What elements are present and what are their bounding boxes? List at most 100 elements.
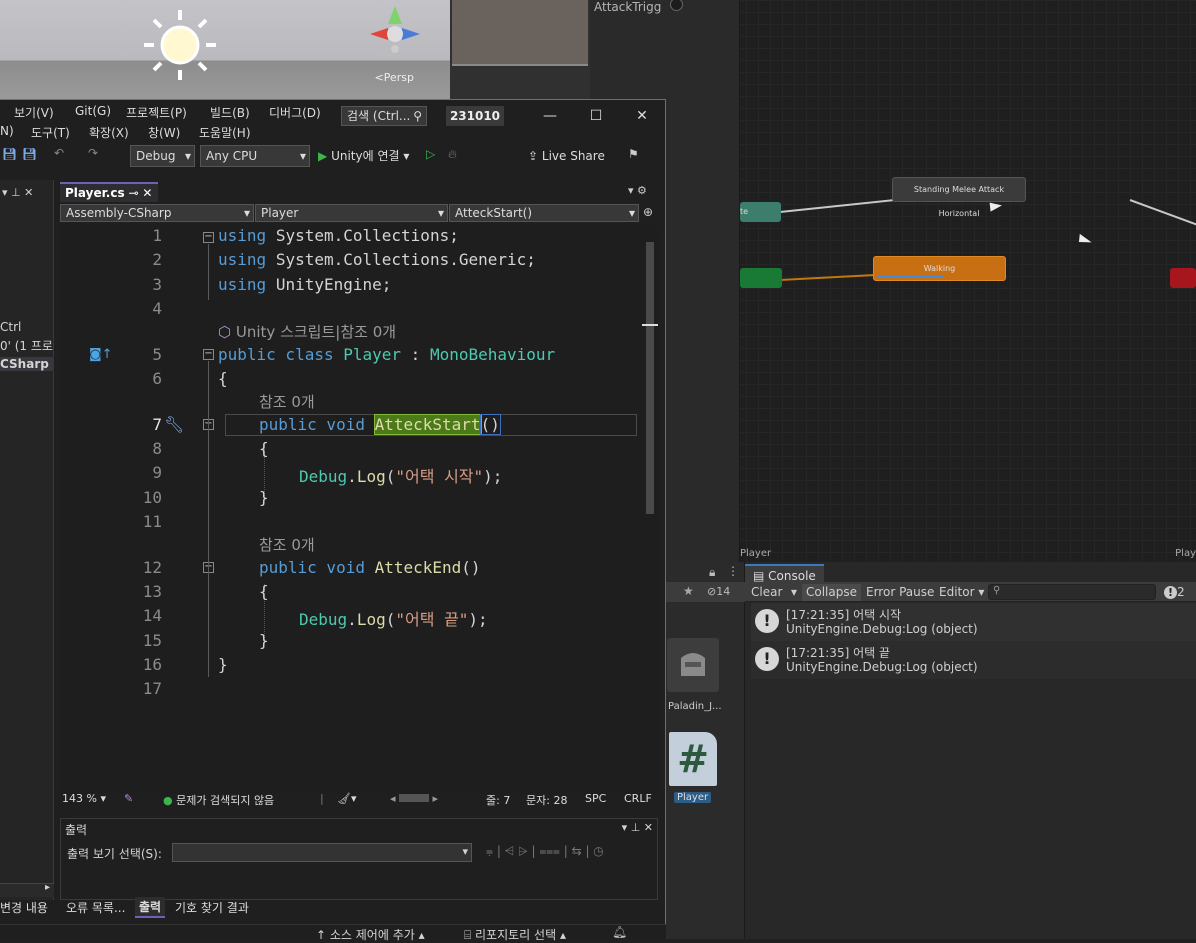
- persp-label[interactable]: <Persp: [375, 71, 414, 84]
- walking-node[interactable]: Walking: [873, 256, 1006, 281]
- save-icon[interactable]: 💾︎: [2, 147, 17, 161]
- menu-project[interactable]: 프로젝트(P): [126, 104, 187, 121]
- codelens-ref-2[interactable]: 참조 0개: [259, 534, 315, 555]
- clear-button[interactable]: Clear: [747, 584, 786, 601]
- feedback-icon[interactable]: ⚑: [628, 147, 639, 161]
- close-tab-icon[interactable]: ✕: [142, 186, 152, 200]
- panel-controls[interactable]: ▾ ⊥ ✕: [2, 186, 33, 199]
- add-source-control[interactable]: ↑ 소스 제어에 추가 ▴: [316, 926, 425, 943]
- line-number: 16: [142, 655, 162, 674]
- attack-trigger-param[interactable]: AttackTrigg: [594, 0, 661, 14]
- error-pause-button[interactable]: Error Pause: [862, 584, 938, 601]
- scene-view[interactable]: <Persp: [0, 0, 450, 100]
- menu-git[interactable]: Git(G): [75, 104, 111, 118]
- melee-attack-node[interactable]: Standing Melee Attack Horizontal: [892, 177, 1026, 218]
- redo-icon[interactable]: ↷: [88, 146, 98, 160]
- output-toolbar-icons[interactable]: ⩦ | ⩤ ⩥ | ⩶ | ⇆ | ◷: [486, 844, 604, 859]
- zoom-level[interactable]: 143 % ▾: [62, 792, 106, 805]
- class-nav-dropdown[interactable]: Player ▾: [255, 204, 448, 222]
- console-search-input[interactable]: ⚲: [988, 584, 1156, 600]
- search-box[interactable]: 검색 (Ctrl... ⚲: [341, 106, 427, 126]
- platform-dropdown[interactable]: Any CPU ▾: [200, 145, 310, 167]
- project-nav-dropdown[interactable]: Assembly-CSharp ▾: [60, 204, 254, 222]
- console-tab[interactable]: ▤ Console: [745, 564, 824, 584]
- star-icon[interactable]: ★: [683, 584, 694, 598]
- fold-toggle-icon[interactable]: −: [203, 232, 214, 243]
- entry-node[interactable]: [740, 268, 782, 288]
- minimize-icon[interactable]: —: [540, 108, 560, 128]
- menu-window[interactable]: 창(W): [148, 124, 180, 141]
- output-controls[interactable]: ▾ ⊥ ✕: [622, 821, 653, 834]
- csharp-script-icon[interactable]: #: [669, 732, 717, 786]
- notifications-icon[interactable]: 🔔︎: [612, 925, 627, 939]
- collapse-button[interactable]: Collapse: [802, 584, 861, 601]
- log-entry[interactable]: ! [17:21:35] 어택 시작 UnityEngine.Debug:Log (…: [751, 603, 1196, 641]
- close-icon[interactable]: ✕: [632, 108, 652, 128]
- menu-extensions[interactable]: 확장(X): [89, 124, 129, 141]
- cleanup-icon[interactable]: 🧹︎▾: [337, 792, 357, 805]
- column-indicator[interactable]: 문자: 28: [526, 792, 567, 808]
- scene-gizmo-icon[interactable]: [360, 4, 430, 54]
- save-all-icon[interactable]: 💾︎: [22, 147, 37, 161]
- chevron-down-icon: ▾: [184, 149, 191, 163]
- member-nav-dropdown[interactable]: AtteckStart() ▾: [449, 204, 639, 222]
- select-repository[interactable]: ⌸ 리포지토리 선택 ▴: [464, 926, 566, 943]
- lock-icon[interactable]: 🔒︎: [709, 565, 715, 580]
- solution-item[interactable]: 0' (1 프로: [0, 337, 53, 354]
- tab-output[interactable]: 출력: [135, 897, 166, 918]
- menu-view[interactable]: 보기(V): [14, 104, 54, 121]
- config-dropdown[interactable]: Debug ▾: [130, 145, 195, 167]
- line-number: 8: [152, 439, 162, 458]
- output-source-select[interactable]: ▾: [172, 843, 472, 862]
- state-node-left[interactable]: te: [740, 202, 781, 222]
- unity-message-icon[interactable]: ◙↑: [89, 347, 113, 362]
- info-count[interactable]: ! 2: [1160, 584, 1189, 601]
- maximize-icon[interactable]: ☐: [586, 108, 606, 128]
- line-ending-indicator[interactable]: CRLF: [624, 792, 652, 805]
- run-button[interactable]: ▶ Unity에 연결 ▾: [318, 147, 409, 164]
- spacing-indicator[interactable]: SPC: [585, 792, 606, 805]
- platform-label: Any CPU: [206, 149, 258, 163]
- file-tab[interactable]: Player.cs ⊸ ✕: [60, 182, 158, 202]
- player-asset-label[interactable]: Player: [674, 792, 712, 803]
- codelens-unity[interactable]: ⬡ Unity 스크립트|참조 0개: [218, 321, 396, 342]
- menu-help[interactable]: 도움말(H): [199, 124, 251, 141]
- hot-reload-icon[interactable]: 🔥︎: [448, 147, 457, 162]
- quick-action-icon[interactable]: 🔧︎: [164, 415, 184, 434]
- menu-partial[interactable]: N): [0, 124, 14, 138]
- issues-status[interactable]: ● 문제가 검색되지 않음: [163, 792, 274, 808]
- fold-toggle-icon[interactable]: −: [203, 349, 214, 360]
- hidden-count[interactable]: ⊘14: [707, 585, 730, 598]
- tab-error-list[interactable]: 오류 목록...: [66, 899, 125, 916]
- codelens-ref[interactable]: 참조 0개: [259, 391, 315, 412]
- menu-tools[interactable]: 도구(T): [31, 124, 70, 141]
- split-editor-icon[interactable]: ⊕: [643, 205, 653, 219]
- solution-badge[interactable]: 231010: [446, 106, 504, 126]
- menu-build[interactable]: 빌드(B): [210, 104, 250, 121]
- more-icon[interactable]: ⋮: [727, 564, 739, 578]
- csharp-project-item[interactable]: CSharp: [0, 357, 54, 371]
- tab-options-icon[interactable]: ▾ ⚙: [628, 184, 647, 197]
- clear-dropdown-icon[interactable]: ▾: [787, 584, 801, 601]
- tab-find-symbol[interactable]: 기호 찾기 결과: [175, 899, 249, 916]
- code-editor[interactable]: 1 2 3 4 5 6 7 8 9 10 11 12 13 14 15 16 1…: [60, 226, 658, 794]
- horizontal-scroll[interactable]: ◂ ▸: [390, 792, 438, 805]
- left-scroll[interactable]: ▸: [0, 882, 54, 897]
- tab-changes[interactable]: 변경 내용: [0, 899, 48, 916]
- menu-debug[interactable]: 디버그(D): [269, 104, 321, 121]
- animator-panel[interactable]: AttackTrigg Standing Melee Attack Horizo…: [590, 0, 1196, 562]
- copilot-icon[interactable]: ✎: [124, 792, 133, 805]
- line-indicator[interactable]: 줄: 7: [486, 792, 510, 808]
- paladin-asset[interactable]: [667, 638, 719, 692]
- share-icon: ⇪: [528, 149, 539, 163]
- log-entry[interactable]: ! [17:21:35] 어택 끝 UnityEngine.Debug:Log (o…: [751, 641, 1196, 679]
- vertical-scrollbar[interactable]: [642, 230, 658, 792]
- editor-dropdown[interactable]: Editor ▾: [935, 584, 988, 601]
- trigger-toggle[interactable]: [670, 0, 683, 11]
- ctrl-search[interactable]: Ctrl: [0, 320, 21, 334]
- live-share-button[interactable]: ⇪ Live Share: [528, 149, 605, 163]
- play-outline-icon[interactable]: ▷: [426, 147, 435, 161]
- pin-icon[interactable]: ⊸: [128, 186, 138, 200]
- exit-node[interactable]: [1170, 268, 1196, 288]
- undo-icon[interactable]: ↶: [54, 146, 64, 160]
